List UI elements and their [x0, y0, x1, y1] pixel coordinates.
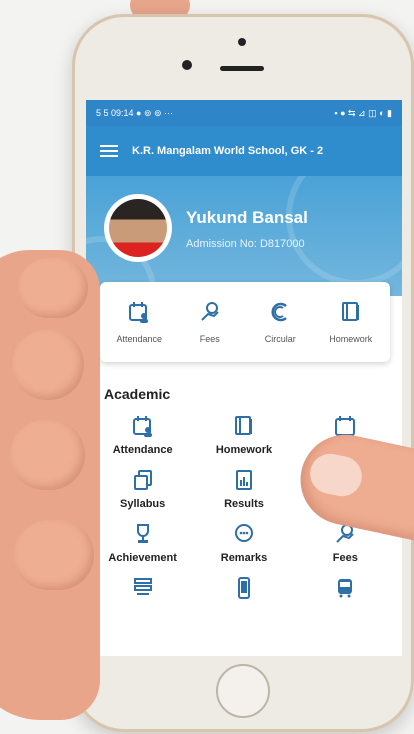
- finger: [12, 330, 84, 400]
- calendar-user-icon: [132, 416, 152, 437]
- report-icon: [235, 470, 252, 490]
- academic-item-label: Attendance: [112, 444, 173, 456]
- academic-item-homework[interactable]: Homework: [193, 414, 294, 456]
- quick-action-label: Attendance: [116, 334, 163, 344]
- finger: [10, 420, 85, 490]
- student-header: Yukund Bansal Admission No: D817000: [86, 176, 402, 296]
- timetable-icon: [133, 578, 152, 595]
- academic-item-label: Homework: [215, 444, 273, 456]
- quick-actions-card: Attendance Fees Circular Homework: [100, 282, 390, 362]
- book-icon: [234, 416, 252, 435]
- academic-item-phone[interactable]: [193, 576, 294, 606]
- home-button[interactable]: [216, 664, 270, 718]
- academic-item-label: Remarks: [220, 552, 268, 564]
- academic-item-label: Syllabus: [120, 498, 166, 510]
- student-name: Yukund Bansal: [186, 208, 308, 227]
- copy-icon: [133, 470, 152, 490]
- student-photo: [109, 199, 167, 257]
- quick-action-fees[interactable]: Fees: [175, 300, 245, 344]
- circular-icon: [271, 302, 288, 322]
- quick-action-homework[interactable]: Homework: [316, 300, 386, 344]
- quick-action-circular[interactable]: Circular: [245, 300, 315, 344]
- quick-action-label: Fees: [199, 334, 220, 344]
- calendar-user-icon: [129, 302, 149, 323]
- academic-item-results[interactable]: Results: [193, 468, 294, 510]
- bus-icon: [338, 579, 353, 598]
- book-icon: [341, 302, 359, 321]
- app-bar: K.R. Mangalam World School, GK - 2: [86, 126, 402, 176]
- menu-icon[interactable]: [100, 145, 118, 157]
- academic-item-label: Achievement: [108, 552, 177, 564]
- chat-icon: [234, 524, 253, 542]
- academic-item-label: Fees: [332, 552, 358, 564]
- academic-item-remarks[interactable]: Remarks: [193, 522, 294, 564]
- academic-item-bus[interactable]: [295, 576, 396, 606]
- academic-item-timetable[interactable]: [92, 576, 193, 606]
- front-camera-icon: [238, 38, 246, 46]
- phone-icon: [237, 577, 250, 599]
- school-title: K.R. Mangalam World School, GK - 2: [132, 145, 324, 157]
- admission-number: Admission No: D817000: [186, 238, 305, 250]
- status-right: ▪ ● ⇆ ⊿ ◫ ◐ ▮: [334, 107, 392, 118]
- quick-action-attendance[interactable]: Attendance: [104, 300, 174, 344]
- money-hand-icon: [201, 302, 219, 321]
- trophy-icon: [136, 524, 149, 543]
- avatar[interactable]: [104, 194, 172, 262]
- promo-stage: 5 5 09:14 ● ⊚ ⊚ ··· ▪ ● ⇆ ⊿ ◫ ◐ ▮ K.R. M…: [0, 0, 414, 734]
- quick-action-label: Circular: [264, 334, 296, 344]
- academic-item-label: Results: [224, 498, 264, 510]
- academic-item-achievement[interactable]: Achievement: [92, 522, 193, 564]
- quick-action-label: Homework: [329, 334, 373, 344]
- academic-item-syllabus[interactable]: Syllabus: [92, 468, 193, 510]
- finger: [14, 520, 94, 590]
- section-title: Academic: [104, 386, 171, 402]
- sensor-icon: [182, 60, 192, 70]
- decorative-circle: [286, 176, 402, 286]
- app-screen: 5 5 09:14 ● ⊚ ⊚ ··· ▪ ● ⇆ ⊿ ◫ ◐ ▮ K.R. M…: [86, 100, 402, 656]
- status-left: 5 5 09:14 ● ⊚ ⊚ ···: [96, 107, 174, 118]
- academic-item-attendance[interactable]: Attendance: [92, 414, 193, 456]
- status-bar: 5 5 09:14 ● ⊚ ⊚ ··· ▪ ● ⇆ ⊿ ◫ ◐ ▮: [86, 100, 402, 126]
- finger: [18, 258, 88, 318]
- earpiece-speaker: [220, 66, 264, 71]
